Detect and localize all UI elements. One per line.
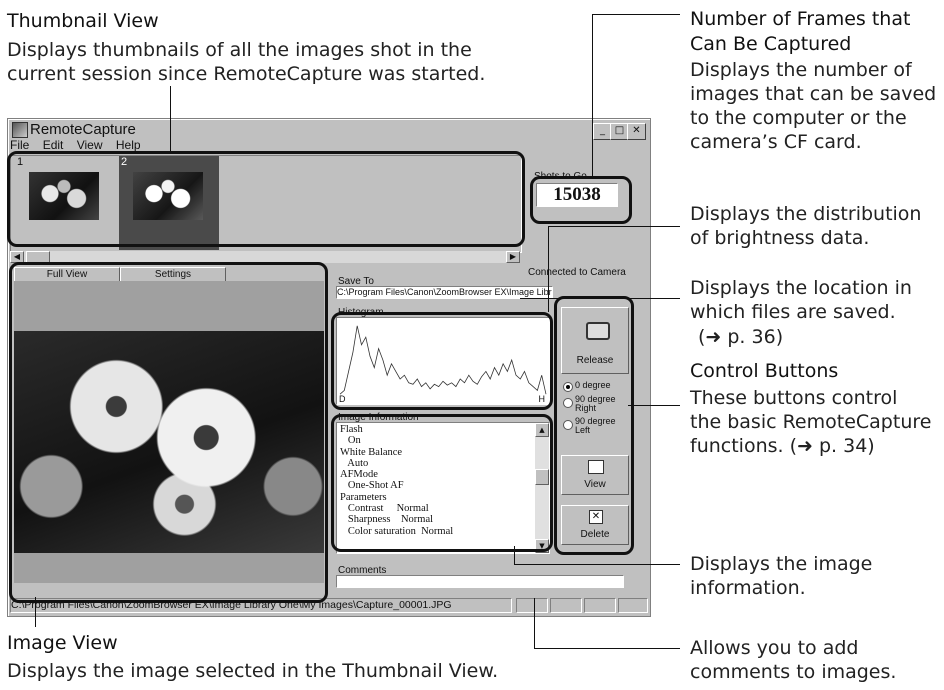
frames-title-2: Can Be Captured [690, 33, 852, 55]
save-location-ref: (➜ p. 36) [698, 326, 784, 348]
histogram-desc-2: of brightness data. [690, 227, 870, 249]
comments-desc-1: Allows you to add [690, 637, 859, 659]
frames-leader-v [592, 14, 593, 176]
menu-view[interactable]: View [77, 138, 103, 152]
comments-desc-2: comments to images. [690, 661, 897, 683]
comments-leader-h [534, 648, 680, 649]
window-title: RemoteCapture [30, 121, 136, 138]
image-info-desc-2: information. [690, 577, 806, 599]
histogram-leader-h [548, 226, 680, 227]
thumbnail-view-title: Thumbnail View [7, 10, 159, 32]
frames-desc-1: Displays the number of [690, 59, 912, 81]
image-info-leader-h [514, 564, 680, 565]
status-cell [550, 598, 582, 613]
image-view-desc: Displays the image selected in the Thumb… [7, 660, 499, 682]
thumbnail-leader-line [170, 86, 171, 151]
thumbnail-view-desc-2: current session since RemoteCapture was … [7, 63, 486, 85]
status-cell [584, 598, 616, 613]
save-location-desc-2: which files are saved. [690, 301, 896, 323]
menu-file[interactable]: File [10, 138, 29, 152]
comments-leader-v [534, 598, 535, 648]
control-buttons-desc-1: These buttons control [690, 387, 898, 409]
frames-desc-4: camera’s CF card. [690, 131, 862, 153]
menu-help[interactable]: Help [116, 138, 141, 152]
image-view-title: Image View [7, 632, 118, 654]
status-cell [516, 598, 548, 613]
image-info-highlight [331, 414, 553, 552]
app-icon [12, 122, 28, 138]
image-view-highlight [9, 262, 328, 603]
control-buttons-highlight [554, 296, 634, 555]
frames-title-1: Number of Frames that [690, 8, 911, 30]
scroll-right-arrow[interactable]: ▶ [506, 251, 520, 263]
histogram-desc-1: Displays the distribution [690, 203, 922, 225]
thumbnail-view-desc-1: Displays thumbnails of all the images sh… [7, 39, 472, 61]
close-button[interactable]: ✕ [627, 123, 646, 140]
frames-desc-3: to the computer or the [690, 107, 907, 129]
image-view-leader [35, 597, 36, 627]
control-buttons-title: Control Buttons [690, 360, 839, 382]
control-buttons-desc-2: the basic RemoteCapture [690, 411, 932, 433]
connection-status: Connected to Camera [528, 267, 626, 278]
frames-highlight [530, 176, 632, 224]
save-location-desc-1: Displays the location in [690, 277, 912, 299]
image-info-desc-1: Displays the image [690, 553, 873, 575]
control-buttons-desc-3: functions. (➜ p. 34) [690, 435, 875, 457]
histogram-highlight [331, 312, 553, 410]
menu-bar: File Edit View Help [10, 138, 151, 152]
histogram-leader-v [548, 226, 549, 312]
frames-desc-2: images that can be saved [690, 83, 937, 105]
save-location-leader [520, 298, 680, 299]
comments-input[interactable] [336, 575, 624, 588]
menu-edit[interactable]: Edit [43, 138, 64, 152]
thumbnail-view-highlight [7, 151, 525, 247]
control-buttons-leader [628, 405, 680, 406]
status-cell [618, 598, 648, 613]
image-info-leader-v [514, 546, 515, 565]
title-bar: RemoteCapture _ □ ✕ [10, 121, 646, 140]
frames-leader-h [592, 14, 680, 15]
